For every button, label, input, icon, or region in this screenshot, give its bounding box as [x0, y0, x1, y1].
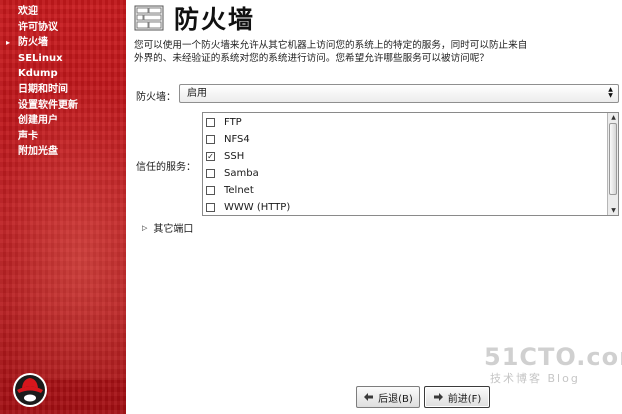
other-ports-expander[interactable]: ▷ 其它端口: [142, 220, 194, 236]
sidebar-item-label: 附加光盘: [18, 146, 58, 158]
sidebar-item-datetime[interactable]: 日期和时间: [0, 82, 126, 98]
sidebar-item-firewall[interactable]: ▸ 防火墙: [0, 35, 126, 51]
main-panel: 防火墙 您可以使用一个防火墙来允许从其它机器上访问您的系统上的特定的服务，同时可…: [126, 0, 622, 414]
sidebar-item-license[interactable]: 许可协议: [0, 20, 126, 36]
service-label: WWW (HTTP): [224, 202, 291, 213]
next-button-label: 前进(F): [447, 393, 482, 405]
service-label: SSH: [224, 151, 245, 162]
service-row-telnet[interactable]: Telnet: [203, 182, 607, 199]
checkbox-samba[interactable]: [206, 169, 215, 178]
sidebar-item-welcome[interactable]: 欢迎: [0, 4, 126, 20]
updown-arrows-icon: ▲ ▼: [608, 86, 613, 99]
sidebar-item-label: 日期和时间: [18, 83, 68, 95]
page-description: 您可以使用一个防火墙来允许从其它机器上访问您的系统上的特定的服务，同时可以防止来…: [134, 40, 528, 64]
firewall-state-value: 启用: [187, 88, 207, 99]
trusted-services-list[interactable]: FTP NFS4 ✓ SSH Samba Telnet WWW (HTTP) ▲…: [202, 112, 619, 216]
service-row-ftp[interactable]: FTP: [203, 114, 607, 131]
watermark: 51CTO.com 技术博客 Blog: [484, 344, 622, 386]
sidebar-item-label: Kdump: [18, 68, 58, 80]
next-button[interactable]: 前进(F): [424, 386, 490, 408]
back-button-label: 后退(B): [378, 393, 413, 405]
sidebar-item-label: 设置软件更新: [18, 99, 78, 111]
sidebar-item-label: 防火墙: [18, 37, 48, 49]
back-arrow-icon: [364, 393, 374, 401]
checkbox-ssh[interactable]: ✓: [206, 152, 215, 161]
sidebar-item-label: 许可协议: [18, 21, 58, 33]
scroll-down-icon[interactable]: ▼: [609, 206, 618, 215]
service-row-nfs4[interactable]: NFS4: [203, 131, 607, 148]
expand-triangle-icon: ▷: [142, 223, 148, 232]
back-button[interactable]: 后退(B): [356, 386, 420, 408]
firewall-wall-icon: [134, 5, 164, 31]
checkbox-telnet[interactable]: [206, 186, 215, 195]
sidebar-item-additional-cds[interactable]: 附加光盘: [0, 144, 126, 160]
sidebar-item-create-user[interactable]: 创建用户: [0, 113, 126, 129]
scrollbar-thumb[interactable]: [609, 123, 617, 195]
sidebar-item-label: 声卡: [18, 130, 38, 142]
page-title: 防火墙: [174, 5, 256, 34]
header: 防火墙: [134, 2, 255, 34]
service-label: Samba: [224, 168, 259, 179]
checkbox-ftp[interactable]: [206, 118, 215, 127]
firewall-label: 防火墙：: [136, 92, 176, 103]
service-row-samba[interactable]: Samba: [203, 165, 607, 182]
redhat-shadowman-icon: [13, 373, 47, 407]
firewall-state-select[interactable]: 启用 ▲ ▼: [179, 84, 619, 103]
watermark-main: 51CTO.com: [484, 343, 622, 371]
sidebar-item-label: 欢迎: [18, 6, 38, 17]
sidebar-item-label: SELinux: [18, 52, 63, 64]
checkbox-www[interactable]: [206, 203, 215, 212]
service-label: Telnet: [224, 185, 254, 196]
service-row-www[interactable]: WWW (HTTP): [203, 199, 607, 215]
sidebar: 欢迎 许可协议 ▸ 防火墙 SELinux Kdump 日期和时间 设置软件更新 …: [0, 0, 126, 414]
sidebar-item-kdump[interactable]: Kdump: [0, 66, 126, 82]
other-ports-label: 其它端口: [153, 224, 194, 235]
current-step-marker-icon: ▸: [6, 38, 11, 48]
forward-arrow-icon: [433, 393, 443, 401]
service-label: NFS4: [224, 134, 250, 145]
sidebar-item-label: 创建用户: [18, 115, 58, 127]
sidebar-item-sound-card[interactable]: 声卡: [0, 129, 126, 145]
scroll-up-icon[interactable]: ▲: [609, 113, 618, 122]
services-scrollbar[interactable]: ▲ ▼: [607, 113, 618, 215]
sidebar-item-software-updates[interactable]: 设置软件更新: [0, 98, 126, 114]
sidebar-nav: 欢迎 许可协议 ▸ 防火墙 SELinux Kdump 日期和时间 设置软件更新 …: [0, 4, 126, 160]
service-row-ssh[interactable]: ✓ SSH: [203, 148, 607, 165]
checkbox-nfs4[interactable]: [206, 135, 215, 144]
watermark-sub: 技术博客 Blog: [490, 372, 580, 385]
trusted-services-label: 信任的服务：: [136, 162, 196, 173]
service-label: FTP: [224, 117, 242, 128]
sidebar-item-selinux[interactable]: SELinux: [0, 51, 126, 67]
